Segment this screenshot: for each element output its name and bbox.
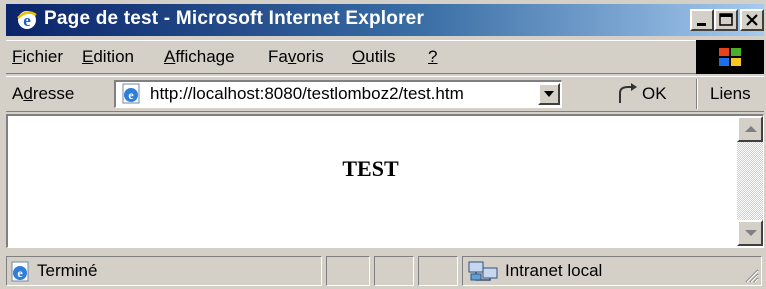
address-input[interactable]: e http://localhost:8080/testlomboz2/test… [114, 80, 562, 108]
status-bar: e Terminé Intranet local [6, 252, 764, 286]
windows-logo-icon [719, 48, 741, 66]
page-heading: TEST [342, 156, 399, 181]
windows-throbber [696, 40, 764, 74]
maximize-button[interactable] [714, 9, 738, 31]
links-button[interactable]: Liens [710, 84, 751, 104]
status-panel-main: e Terminé [6, 256, 322, 286]
maximize-icon [719, 13, 733, 26]
window-title: Page de test - Microsoft Internet Explor… [44, 8, 425, 29]
address-bar: Adresse e http://localhost:8080/testlomb… [6, 76, 764, 112]
zone-label: Intranet local [505, 261, 603, 280]
page-icon: e [11, 261, 29, 282]
status-panel-blank-2 [418, 256, 458, 286]
go-arrow-icon [619, 83, 637, 103]
go-label: OK [642, 84, 667, 103]
svg-text:e: e [128, 88, 134, 102]
page-content: TEST [6, 114, 764, 248]
scroll-up-icon [745, 126, 757, 132]
scroll-down-button[interactable] [737, 220, 763, 246]
menu-outils[interactable]: Outils [352, 47, 395, 67]
intranet-icon [468, 261, 498, 281]
menu-fichier[interactable]: Fichier [12, 47, 63, 67]
resize-grip-icon[interactable] [743, 267, 759, 283]
menu-help[interactable]: ? [428, 47, 437, 67]
address-dropdown-button[interactable] [538, 83, 560, 105]
close-button[interactable] [740, 9, 764, 31]
page-icon: e [122, 83, 140, 104]
chevron-down-icon [544, 91, 554, 97]
status-panel-blank-1 [374, 256, 414, 286]
title-bar[interactable]: e Page de test - Microsoft Internet Expl… [6, 4, 764, 36]
scroll-down-icon [745, 230, 757, 236]
address-label: Adresse [12, 84, 75, 103]
minimize-button[interactable] [690, 9, 714, 31]
menu-bar: Fichier Edition Affichage Favoris Outils… [6, 40, 764, 74]
ie-window: e Page de test - Microsoft Internet Expl… [0, 0, 766, 289]
vertical-scrollbar[interactable] [737, 116, 763, 246]
status-panel-progress [326, 256, 370, 286]
address-url[interactable]: http://localhost:8080/testlomboz2/test.h… [150, 84, 464, 104]
close-icon [746, 14, 758, 26]
scroll-up-button[interactable] [737, 116, 763, 142]
menu-affichage[interactable]: Affichage [164, 47, 235, 67]
toolbar-separator [696, 79, 698, 109]
menu-favoris[interactable]: Favoris [268, 47, 324, 67]
status-panel-zone: Intranet local [462, 256, 762, 286]
ie-logo-icon: e [17, 11, 37, 30]
menu-edition[interactable]: Edition [82, 47, 134, 67]
status-text: Terminé [37, 261, 98, 280]
svg-text:e: e [17, 266, 23, 280]
minimize-icon [697, 23, 706, 26]
